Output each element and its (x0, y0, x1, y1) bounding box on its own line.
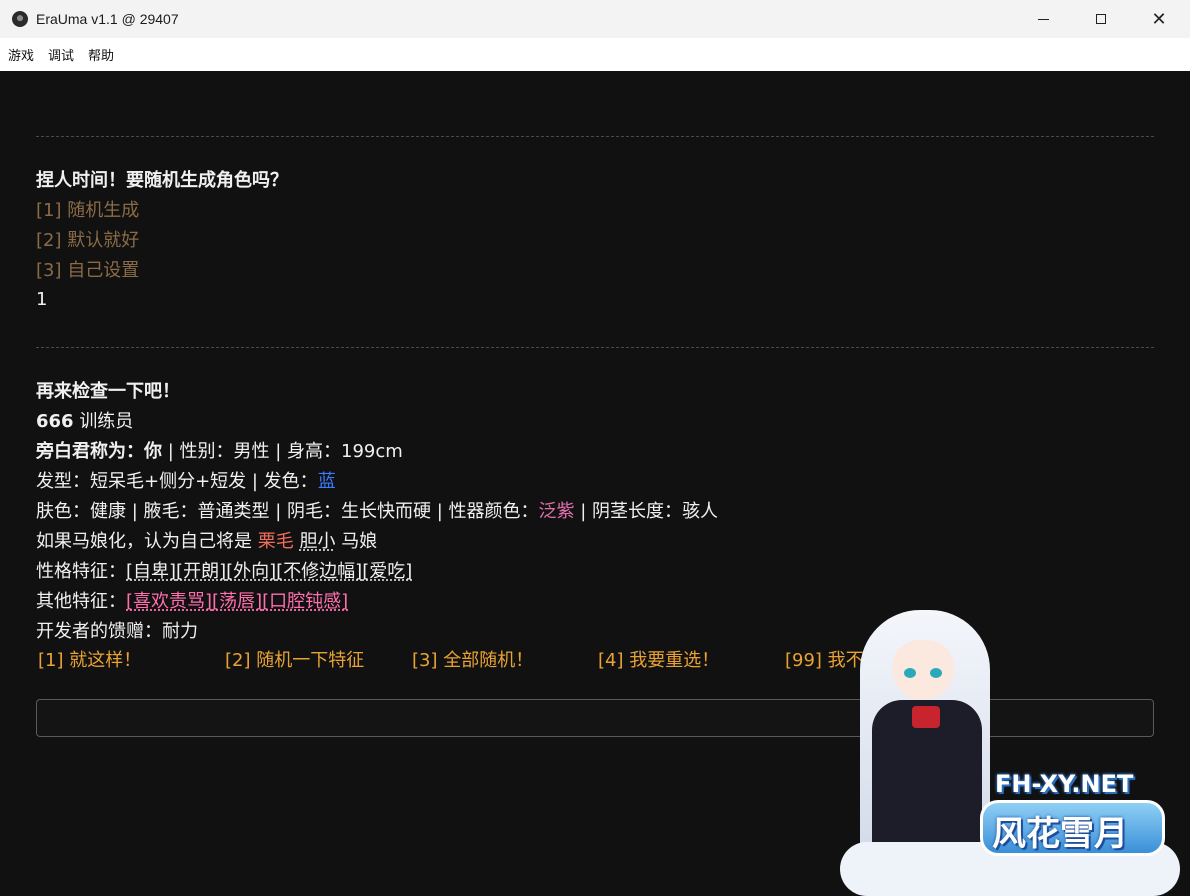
action-confirm[interactable]: [1] 就这样！ (38, 649, 141, 673)
app-icon (12, 11, 28, 27)
uma-temper[interactable]: 胆小 (299, 531, 335, 552)
option-custom[interactable]: [3] 自己设置 (36, 259, 139, 283)
trainer-role: 训练员 (79, 411, 134, 432)
personality-label: 性格特征： (36, 561, 126, 582)
minimize-button[interactable] (1014, 0, 1072, 38)
separator (36, 136, 1154, 137)
body-line: 肤色：健康 | 腋毛：普通类型 | 阴毛：生长快而硬 | 性器颜色：泛紫 | 阴… (36, 500, 718, 524)
hair-label: 发型： (36, 471, 90, 492)
gender-value: 男性 (233, 441, 270, 462)
watermark: FH-XY.NET 风花雪月 (820, 610, 1190, 896)
length-value: 骇人 (682, 501, 719, 522)
other-trait[interactable]: [荡唇] (212, 591, 262, 612)
personality-line: 性格特征：[自卑][开朗][外向][不修边幅][爱吃] (36, 560, 412, 584)
watermark-eye (904, 668, 916, 678)
menu-debug[interactable]: 调试 (40, 45, 74, 64)
personality-trait[interactable]: [自卑] (126, 561, 176, 582)
menu-game[interactable]: 游戏 (0, 45, 34, 64)
skin-label: 肤色： (36, 501, 90, 522)
menu-help[interactable]: 帮助 (80, 45, 114, 64)
menu-bar: 游戏 调试 帮助 (0, 38, 1190, 71)
action-random-traits[interactable]: [2] 随机一下特征 (225, 649, 364, 673)
review-heading: 再来检查一下吧！ (36, 381, 180, 402)
hair-color-label: | 发色： (246, 471, 318, 492)
title-bar: EraUma v1.1 @ 29407 ✕ (0, 0, 1190, 38)
hair-style: 短呆毛+侧分+短发 (90, 471, 247, 492)
pubic-label: | 阴毛： (269, 501, 342, 522)
gift-label: 开发者的馈赠： (36, 621, 162, 642)
watermark-eye (930, 668, 942, 678)
gift-line: 开发者的馈赠：耐力 (36, 620, 198, 644)
uma-line: 如果马娘化，认为自己将是 栗毛 胆小 马娘 (36, 530, 377, 554)
user-answer: 1 (36, 289, 48, 310)
hair-line: 发型：短呆毛+侧分+短发 | 发色：蓝 (36, 470, 336, 494)
length-label: | 阴茎长度： (574, 501, 683, 522)
id-line: 666 训练员 (36, 410, 133, 434)
close-icon: ✕ (1151, 9, 1167, 29)
personality-trait[interactable]: [开朗] (176, 561, 226, 582)
narration-line: 旁白君称为：你 | 性别：男性 | 身高：199cm (36, 440, 403, 464)
height-label: | 身高： (269, 441, 342, 462)
narration-value: 你 (144, 441, 162, 462)
uma-suffix: 马娘 (335, 531, 378, 552)
other-trait[interactable]: [喜欢责骂] (126, 591, 212, 612)
uma-coat: 栗毛 (257, 531, 294, 552)
action-reselect[interactable]: [4] 我要重选！ (598, 649, 719, 673)
watermark-character-face (892, 640, 954, 700)
armpit-value: 普通类型 (197, 501, 270, 522)
personality-trait[interactable]: [不修边幅] (276, 561, 362, 582)
action-random-all[interactable]: [3] 全部随机！ (412, 649, 533, 673)
minimize-icon (1037, 18, 1049, 20)
organ-color-value: 泛紫 (538, 501, 575, 522)
narration-label: 旁白君称为： (36, 441, 144, 462)
height-value: 199cm (341, 441, 403, 462)
organ-color-label: | 性器颜色： (431, 501, 539, 522)
character-question: 捏人时间！要随机生成角色吗？ (36, 170, 288, 191)
window-title: EraUma v1.1 @ 29407 (36, 11, 179, 27)
option-default[interactable]: [2] 默认就好 (36, 229, 139, 253)
skin-value: 健康 (90, 501, 126, 522)
armpit-label: | 腋毛： (126, 501, 198, 522)
hair-color: 蓝 (317, 471, 336, 492)
uma-prefix: 如果马娘化，认为自己将是 (36, 531, 258, 552)
maximize-icon (1096, 14, 1106, 24)
trainer-number: 666 (36, 411, 74, 432)
separator (36, 347, 1154, 348)
other-trait[interactable]: [口腔钝感] (262, 591, 348, 612)
other-traits-line: 其他特征：[喜欢责骂][荡唇][口腔钝感] (36, 590, 348, 614)
gift-value: 耐力 (162, 621, 198, 642)
maximize-button[interactable] (1072, 0, 1130, 38)
personality-trait[interactable]: [爱吃] (362, 561, 412, 582)
other-traits-label: 其他特征： (36, 591, 126, 612)
close-button[interactable]: ✕ (1130, 0, 1188, 38)
watermark-ribbon (912, 706, 940, 728)
watermark-site: FH-XY.NET (995, 770, 1134, 798)
option-random[interactable]: [1] 随机生成 (36, 199, 139, 223)
personality-trait[interactable]: [外向] (226, 561, 276, 582)
watermark-name: 风花雪月 (992, 814, 1128, 854)
gender-label: | 性别： (162, 441, 234, 462)
pubic-value: 生长快而硬 (341, 501, 432, 522)
